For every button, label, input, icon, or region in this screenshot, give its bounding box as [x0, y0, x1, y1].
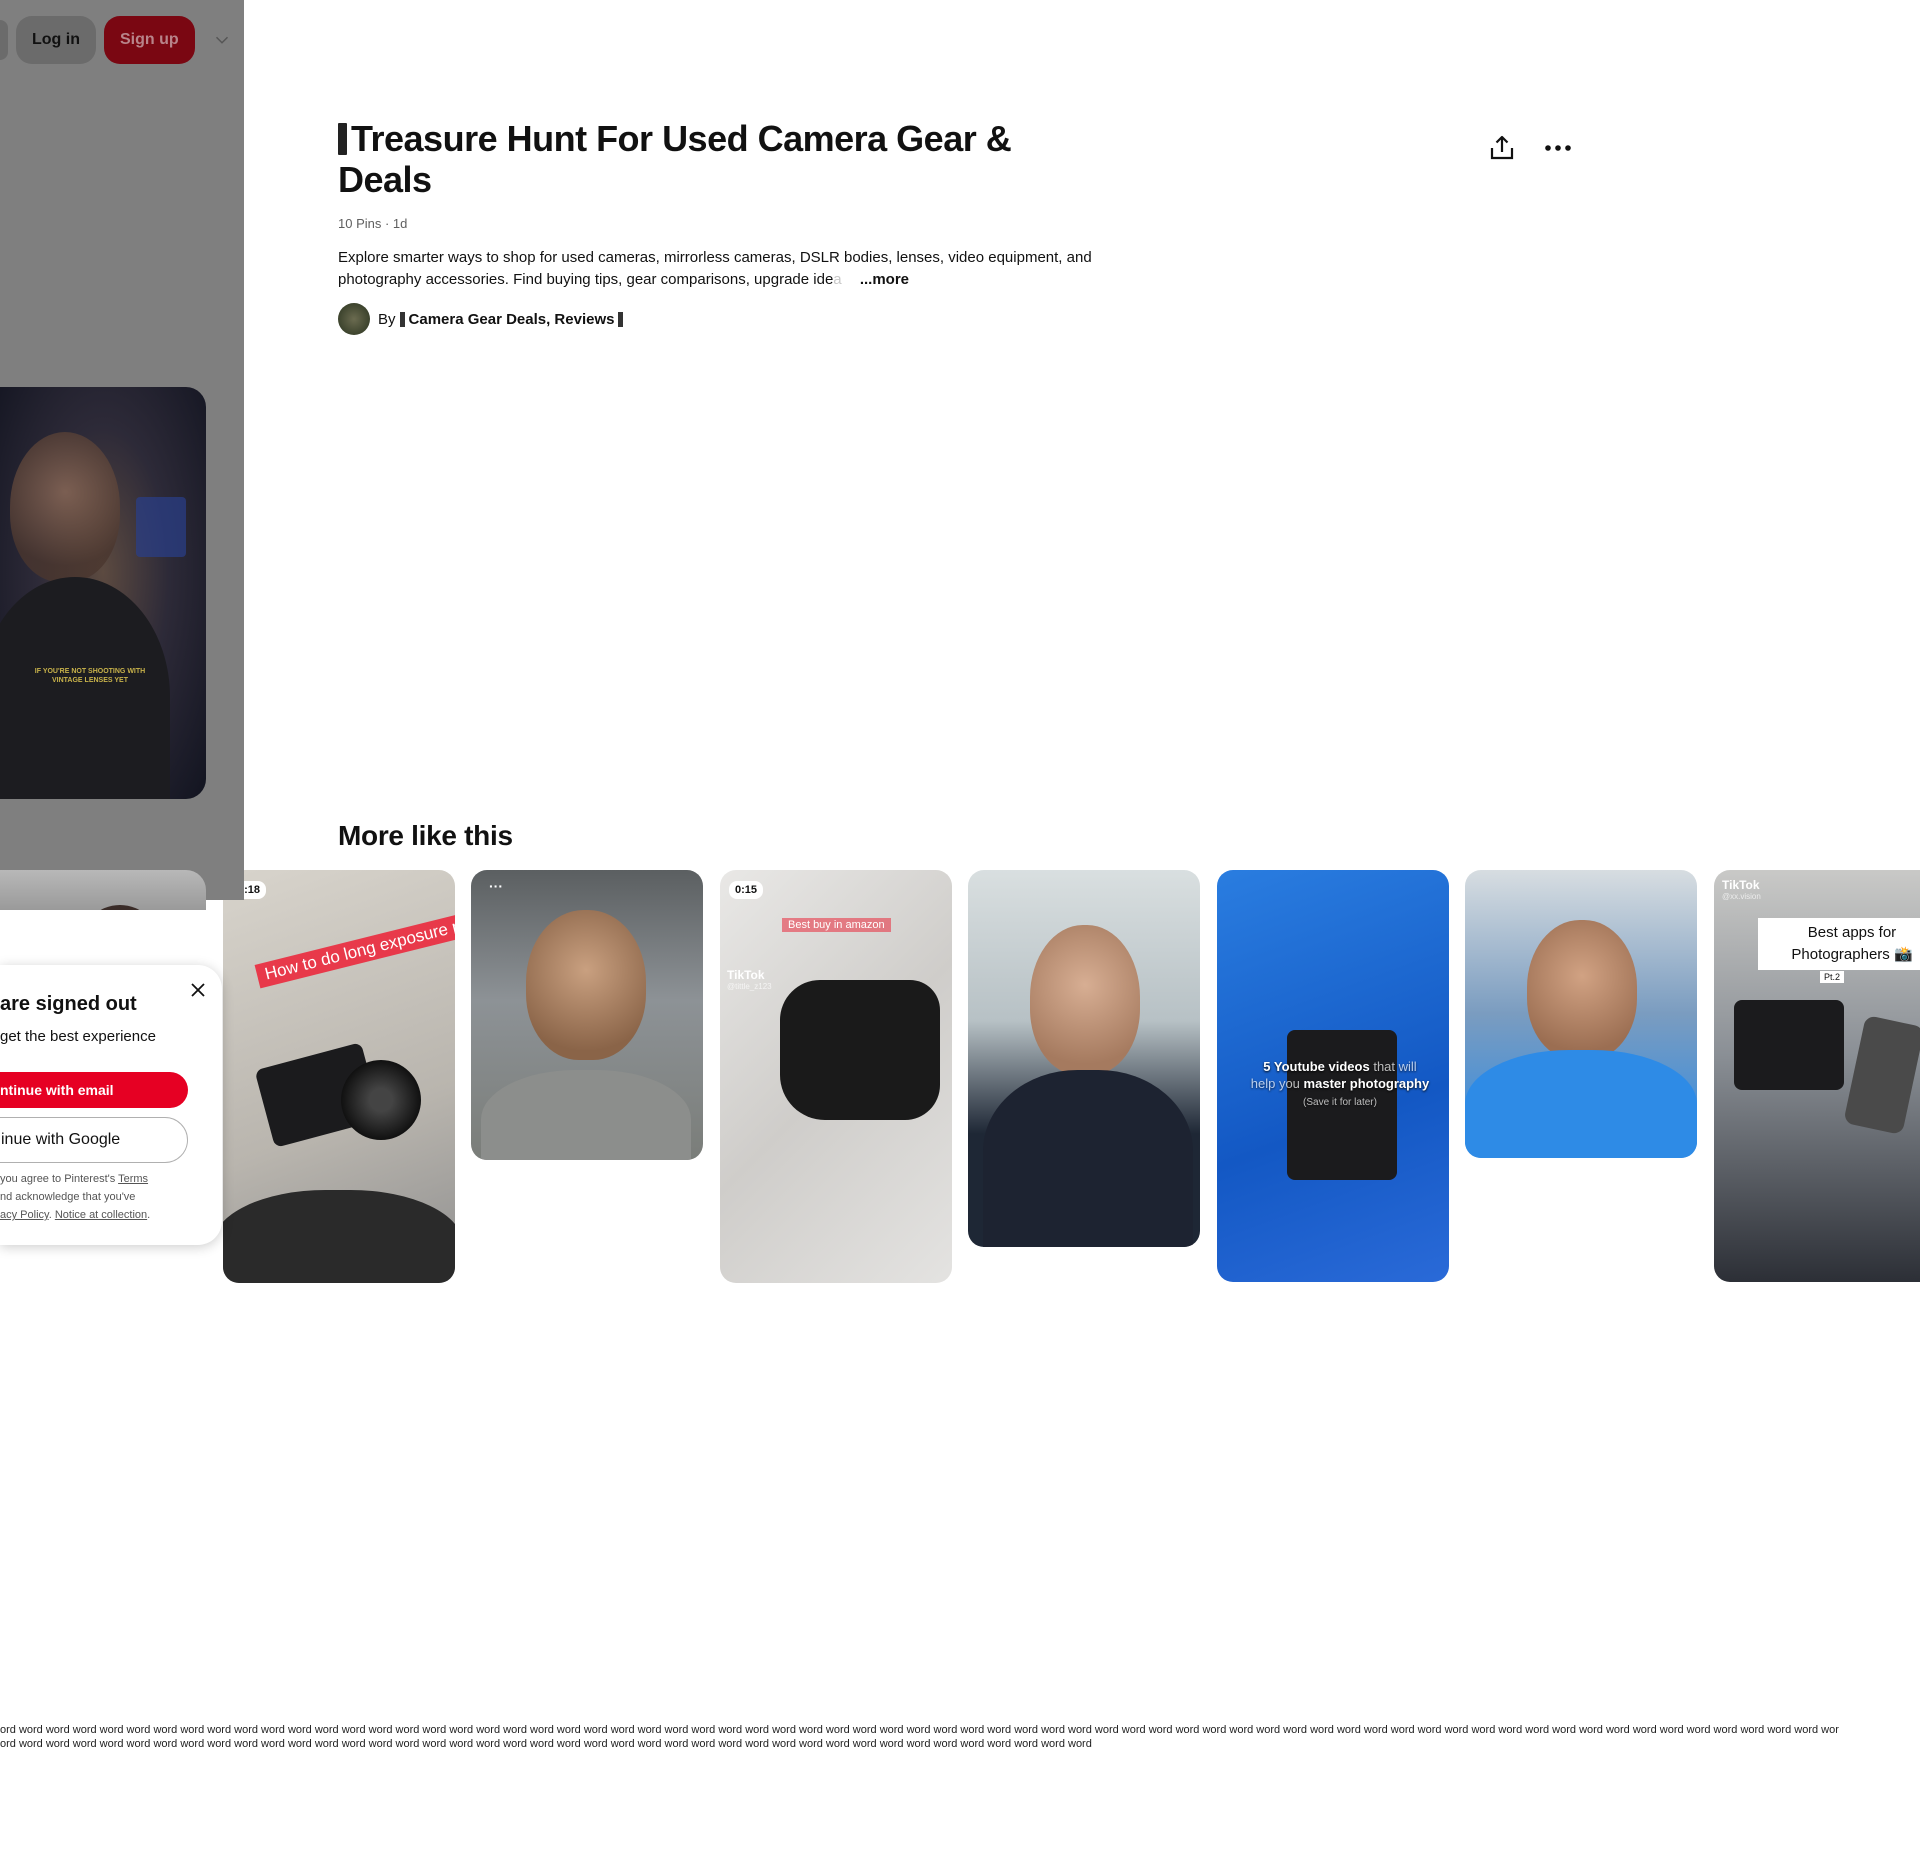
avatar[interactable]	[338, 303, 370, 335]
pin-card[interactable]: 0:15 Best buy in amazon TikTok @tittle_z…	[720, 870, 952, 1283]
person-shirt	[983, 1070, 1193, 1247]
person-body	[0, 577, 170, 799]
board-pin-video[interactable]: IF YOU'RE NOT SHOOTING WITH VINTAGE LENS…	[0, 387, 206, 799]
more-dots-icon[interactable]: ···	[489, 878, 503, 894]
privacy-link[interactable]: acy Policy	[0, 1209, 49, 1221]
signup-button[interactable]: Sign up	[103, 16, 195, 64]
part-label: Pt.2	[1820, 971, 1845, 983]
filler-line: ord word word word word word word word w…	[0, 1738, 1092, 1750]
board-author[interactable]: By Camera Gear Deals, Reviews	[338, 303, 627, 335]
pin-caption: 5 Youtube videos that will help you mast…	[1245, 1058, 1435, 1111]
board-pin-partial[interactable]	[0, 870, 206, 910]
legal-line2: nd acknowledge that you've	[0, 1191, 136, 1203]
pin-card[interactable]: TikTok @xx.vision Best apps for Photogra…	[1714, 870, 1920, 1282]
pin-card[interactable]: ···	[471, 870, 703, 1160]
signed-out-modal: are signed out get the best experience n…	[0, 965, 222, 1245]
more-options-icon[interactable]	[1543, 133, 1573, 163]
legal-end: .	[147, 1209, 151, 1221]
camera-image	[1734, 1000, 1844, 1090]
board-title: Treasure Hunt For Used Camera Gear & Dea…	[338, 118, 1058, 200]
board-meta: 10 Pins · 1d	[338, 216, 408, 231]
pin-overlay-text: Best buy in amazon	[782, 918, 891, 932]
person-head	[80, 905, 160, 910]
continue-google-button[interactable]: inue with Google	[0, 1117, 188, 1163]
tiktok-handle: @tittle_z123	[727, 982, 772, 991]
tiktok-label: TikTok	[1722, 878, 1760, 892]
login-button[interactable]: Log in	[16, 16, 96, 64]
background-light	[136, 497, 186, 557]
share-icon[interactable]	[1487, 133, 1517, 163]
tiktok-label: TikTok	[727, 968, 765, 982]
legal-text: you agree to Pinterest's Terms nd acknow…	[0, 1170, 150, 1224]
pin-caption: How to do long exposure photography	[254, 891, 455, 989]
close-icon[interactable]	[188, 980, 208, 1000]
tiktok-watermark: TikTok @tittle_z123	[727, 968, 772, 991]
video-caption: IF YOU'RE NOT SHOOTING WITH VINTAGE LENS…	[34, 668, 146, 684]
legal-sep: .	[48, 1209, 52, 1221]
pin-card[interactable]	[968, 870, 1200, 1247]
description-fade: a	[833, 271, 842, 288]
author-name[interactable]: Camera Gear Deals, Reviews	[409, 311, 615, 328]
tiktok-handle: @xx.vision	[1722, 892, 1761, 901]
person-face	[526, 910, 646, 1060]
more-like-this-heading: More like this	[338, 820, 513, 851]
person-face	[1527, 920, 1637, 1060]
legal-line1: you agree to Pinterest's	[0, 1173, 116, 1185]
board-title-text: Treasure Hunt For Used Camera Gear & Dea…	[338, 118, 1012, 200]
video-duration-badge: 0:15	[729, 881, 764, 899]
filler-text: ord word word word word word word word w…	[0, 1723, 1920, 1751]
badge-icon	[618, 311, 624, 327]
pin-caption-text: 5 Youtube videos	[1263, 1059, 1370, 1074]
person-face	[1030, 925, 1140, 1075]
pin-card[interactable]: 0:18 How to do long exposure photography	[223, 870, 455, 1283]
phone-image	[1843, 1014, 1920, 1136]
person-shirt	[481, 1070, 691, 1160]
truncated-button[interactable]	[0, 20, 8, 60]
modal-title: are signed out	[0, 993, 137, 1015]
person-shirt	[1465, 1050, 1697, 1158]
legs-image	[223, 1190, 455, 1283]
lens-image	[341, 1060, 421, 1140]
tiktok-watermark: TikTok @xx.vision	[1722, 878, 1761, 901]
badge-icon	[338, 123, 347, 155]
continue-email-button[interactable]: ntinue with email	[0, 1072, 188, 1108]
pin-caption-text: How to do long exposure photography	[262, 895, 455, 984]
notice-link[interactable]: Notice at collection	[55, 1209, 147, 1221]
terms-link[interactable]: Terms	[118, 1173, 148, 1185]
board-description: Explore smarter ways to shop for used ca…	[338, 247, 1098, 291]
person-face	[10, 432, 120, 582]
pin-card[interactable]	[1465, 870, 1697, 1158]
modal-subtitle: get the best experience	[0, 1028, 156, 1045]
chevron-down-icon[interactable]	[211, 29, 233, 51]
pin-caption-light: that will	[1373, 1059, 1417, 1074]
filler-line: ord word word word word word word word w…	[0, 1724, 1839, 1736]
pin-caption: Best apps for Photographers 📸	[1758, 918, 1920, 970]
pin-caption-light: help you	[1250, 1076, 1300, 1091]
bag-image	[780, 980, 940, 1120]
by-prefix: By	[378, 310, 396, 328]
pin-card[interactable]: 5 Youtube videos that will help you mast…	[1217, 870, 1449, 1282]
pin-caption-small: (Save it for later)	[1303, 1097, 1377, 1108]
auth-buttons: Log in Sign up	[0, 16, 233, 64]
badge-icon	[399, 311, 405, 327]
more-link[interactable]: ...more	[860, 271, 909, 288]
description-text: Explore smarter ways to shop for used ca…	[338, 249, 1092, 288]
pin-caption-text: master photography	[1303, 1076, 1430, 1091]
